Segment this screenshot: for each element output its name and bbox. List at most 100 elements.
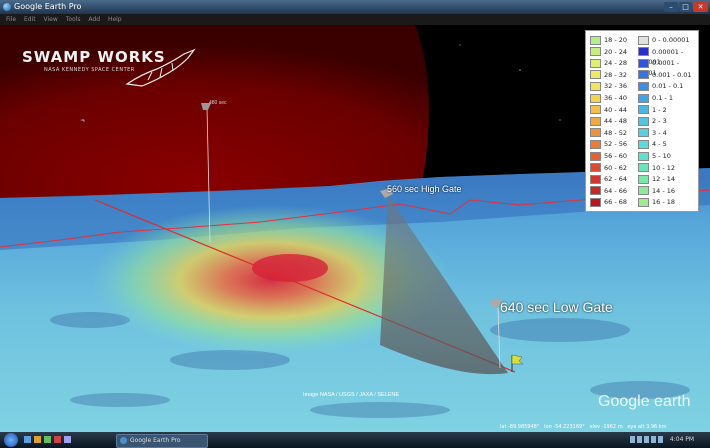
menu-edit[interactable]: Edit [24,16,36,23]
placemark-label-640[interactable]: 640 sec Low Gate [500,299,613,315]
legend-swatch [590,163,601,173]
legend-swatch [638,163,649,173]
legend-range-label: 14 - 16 [652,186,676,195]
legend-entry: 64 - 66 [590,186,627,196]
legend-entry: 0.0001 - 0.001 [638,58,698,77]
legend-range-label: 40 - 44 [604,105,628,114]
legend-range-label: 4 - 5 [652,140,667,149]
legend-swatch [638,151,649,161]
taskbar-app-google-earth[interactable]: Google Earth Pro [116,434,208,448]
legend-entry: 52 - 56 [590,139,627,149]
legend-swatch [590,116,601,126]
legend-entry: 16 - 18 [638,197,675,207]
legend-entry: 18 - 20 [590,35,627,45]
imagery-attribution: Image NASA / USGS / JAXA / SELENE [303,392,399,398]
legend-range-label: 0 - 0.00001 [652,36,690,44]
legend-entry: 1 - 2 [638,105,667,115]
tray-icons[interactable] [630,436,664,443]
legend-range-label: 66 - 68 [604,198,628,207]
legend-entry: 32 - 36 [590,81,627,91]
legend-swatch [638,116,649,126]
legend-entry: 0.01 - 0.1 [638,81,683,91]
placemark-label-560[interactable]: 560 sec High Gate [387,184,462,194]
legend-entry: 0 - 0.00001 [638,35,690,45]
alligator-logo-icon [125,48,196,87]
taskbar-app-icon [120,437,127,444]
maximize-button[interactable]: □ [679,2,692,12]
legend-swatch [590,93,601,103]
menu-add[interactable]: Add [88,16,100,23]
legend-swatch [638,81,649,91]
menu-file[interactable]: File [6,16,16,23]
window-title: Google Earth Pro [14,2,82,11]
legend-range-label: 20 - 24 [604,47,628,56]
legend-swatch [638,93,649,103]
legend-swatch [638,105,649,115]
legend-entry: 36 - 40 [590,93,627,103]
legend-range-label: 36 - 40 [604,94,628,102]
close-button[interactable]: ✕ [693,2,708,12]
legend-swatch [590,128,601,138]
menu-view[interactable]: View [44,16,58,23]
legend-swatch [638,139,649,149]
legend-range-label: 1 - 2 [652,105,667,114]
legend-entry: 62 - 64 [590,174,627,184]
legend-swatch [638,186,649,196]
legend-range-label: 2 - 3 [652,117,667,126]
legend-range-label: 16 - 18 [652,198,676,207]
legend-swatch [638,197,649,207]
legend-swatch [638,70,649,80]
legend-entry: 14 - 16 [638,186,675,196]
legend-entry: 24 - 28 [590,58,627,68]
legend-swatch [638,174,649,184]
placemark-label-480[interactable]: 480 sec [209,100,227,106]
legend-swatch [638,58,649,68]
legend-range-label: 5 - 10 [652,152,671,160]
legend-entry: 20 - 24 [590,47,627,57]
legend-range-label: 12 - 14 [652,175,676,184]
legend-swatch [638,35,649,45]
eye-altitude-readout: eye alt 3.96 km [627,424,667,430]
legend-range-label: 18 - 20 [604,36,628,44]
color-legend: 18 - 20 20 - 24 24 - 28 28 - 32 32 - 36 36 - … [585,30,699,212]
legend-entry: 28 - 32 [590,70,627,80]
legend-swatch [590,139,601,149]
title-bar: Google Earth Pro – □ ✕ [0,0,710,14]
legend-range-label: 56 - 60 [604,152,628,160]
legend-range-label: 52 - 56 [604,140,628,149]
legend-range-label: 62 - 64 [604,175,628,184]
legend-swatch [590,58,601,68]
system-tray: 4:04 PM [630,436,694,443]
quicklaunch-icons[interactable] [24,436,71,445]
swamp-works-logo: SWAMP WORKS NASA KENNEDY SPACE CENTER [22,48,196,87]
minimize-button[interactable]: – [664,2,678,12]
legend-range-label: 64 - 66 [604,186,628,195]
legend-entry: 12 - 14 [638,174,675,184]
legend-entry: 0.00001 - 0.0001 [638,47,698,66]
legend-range-label: 48 - 52 [604,128,628,137]
taskbar-app-label: Google Earth Pro [130,437,181,444]
legend-swatch [590,186,601,196]
google-earth-watermark: Google earth [598,393,691,410]
legend-range-label: 60 - 62 [604,163,628,172]
legend-entry: 3 - 4 [638,128,667,138]
menu-help[interactable]: Help [108,16,122,23]
legend-swatch [590,105,601,115]
legend-swatch [638,47,649,57]
legend-range-label: 44 - 48 [604,117,628,126]
legend-swatch [590,81,601,91]
menu-tools[interactable]: Tools [66,16,81,23]
legend-entry: 56 - 60 [590,151,627,161]
legend-swatch [590,197,601,207]
legend-range-label: 10 - 12 [652,163,676,172]
start-button[interactable] [4,433,18,447]
legend-entry: 4 - 5 [638,139,667,149]
legend-range-label: 28 - 32 [604,70,628,79]
legend-range-label: 0.001 - 0.01 [652,70,692,79]
menu-bar: File Edit View Tools Add Help [0,14,710,25]
legend-entry: 5 - 10 [638,151,671,161]
legend-entry: 2 - 3 [638,116,667,126]
legend-entry: 0.1 - 1 [638,93,673,103]
legend-entry: 0.001 - 0.01 [638,70,692,80]
heatmap-core [252,254,328,282]
